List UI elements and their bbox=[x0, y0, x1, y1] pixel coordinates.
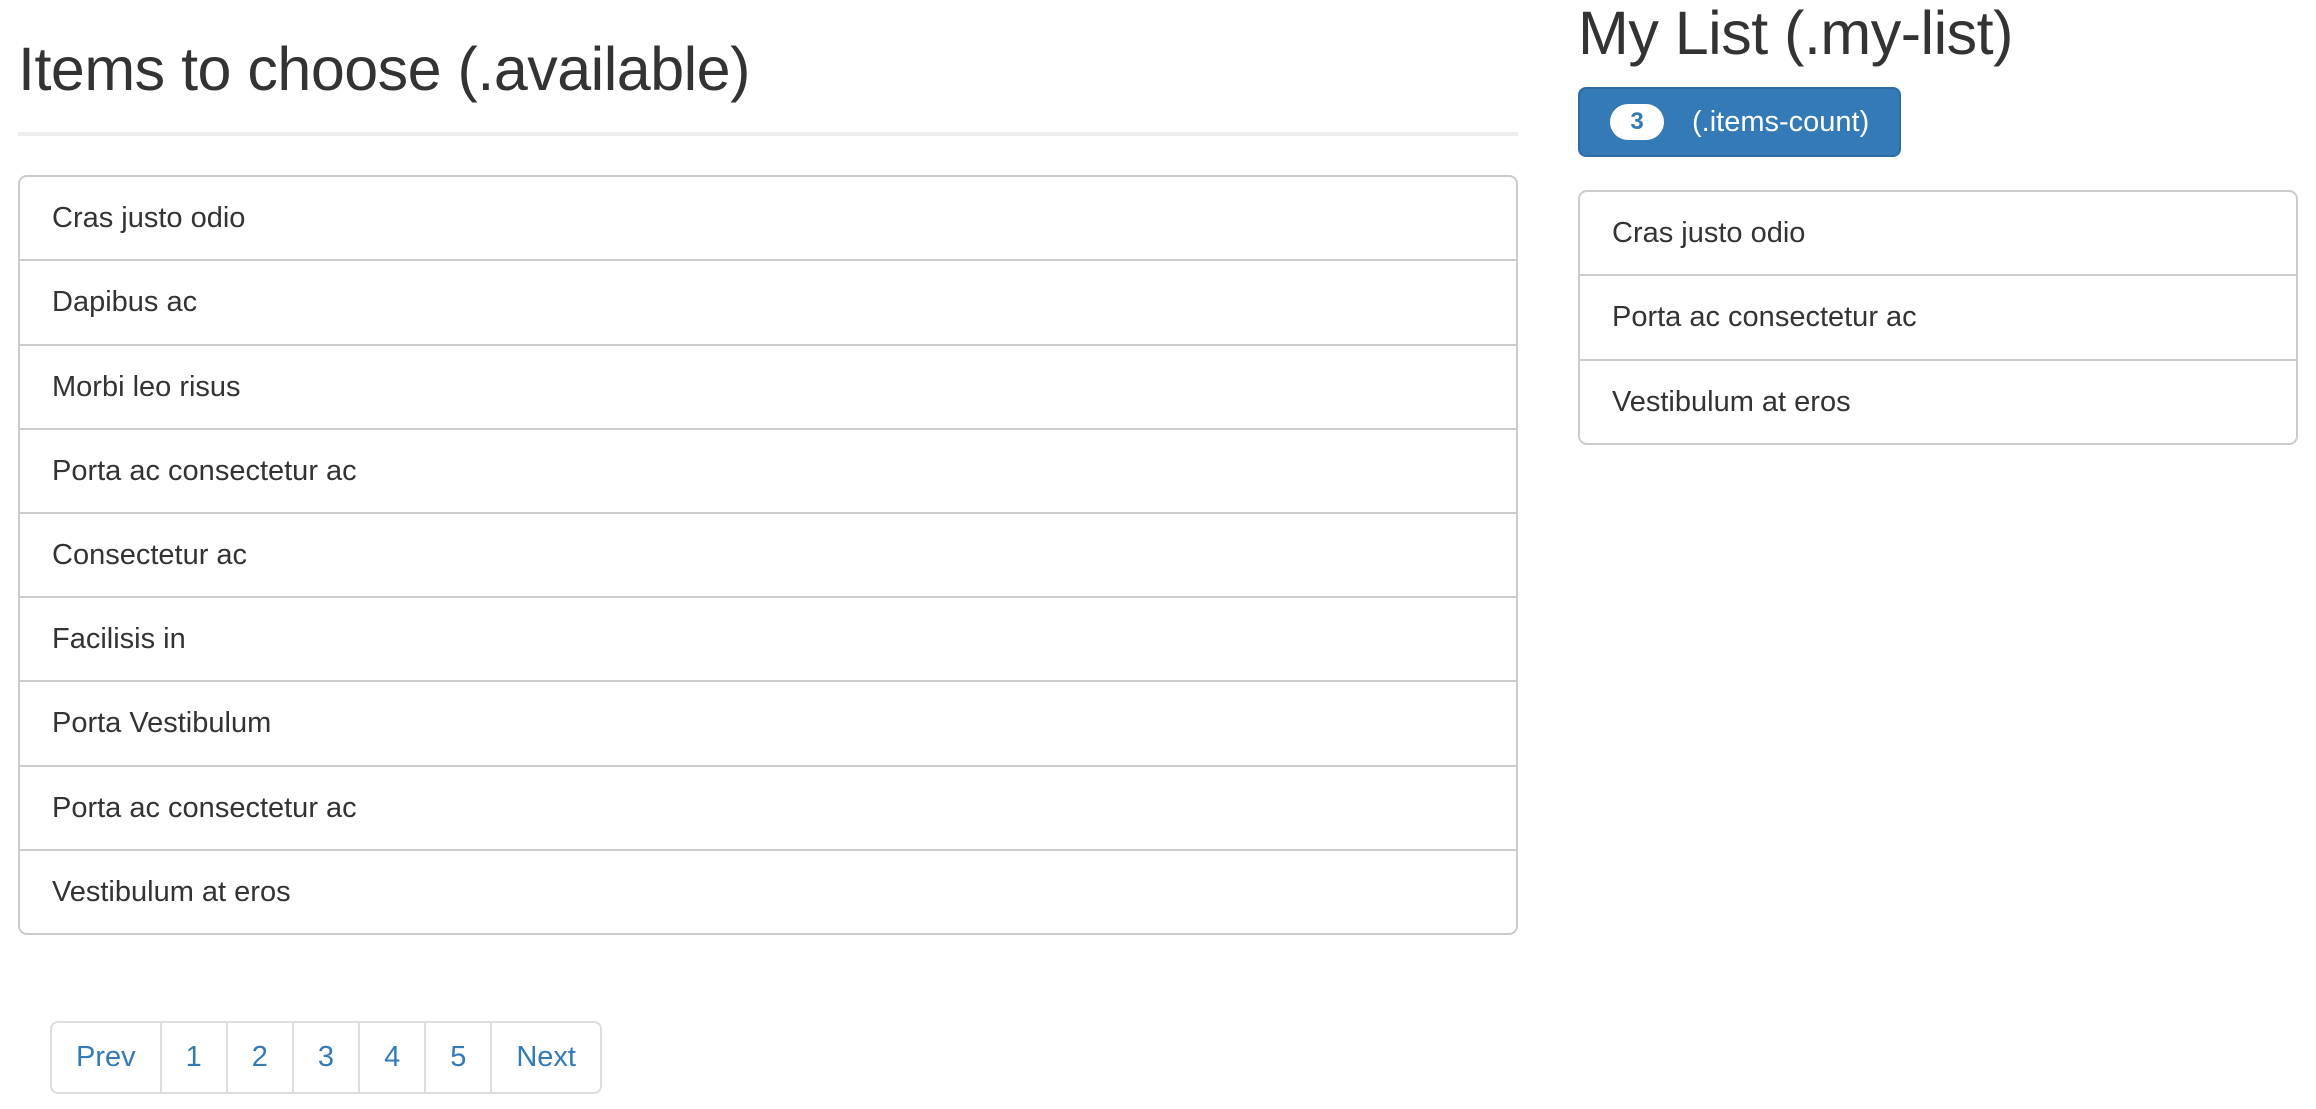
pagination-next-item: Next bbox=[490, 1021, 602, 1095]
pagination-wrapper: Prev 1 2 3 4 5 Next bbox=[18, 1021, 1518, 1099]
pagination-page-item: 5 bbox=[424, 1021, 493, 1095]
list-item[interactable]: Facilisis in bbox=[18, 596, 1518, 683]
list-item[interactable]: Consectetur ac bbox=[18, 511, 1518, 599]
pagination-page-1[interactable]: 1 bbox=[159, 1021, 228, 1095]
pagination: Prev 1 2 3 4 5 Next bbox=[50, 1021, 602, 1095]
pagination-next-link[interactable]: Next bbox=[490, 1021, 602, 1095]
pagination-page-5[interactable]: 5 bbox=[424, 1021, 493, 1095]
list-item[interactable]: Porta ac consectetur ac bbox=[18, 427, 1518, 514]
my-list: Cras justo odio Porta ac consectetur ac … bbox=[1578, 190, 2298, 445]
list-item[interactable]: Morbi leo risus bbox=[18, 343, 1518, 430]
heading-divider bbox=[18, 132, 1518, 137]
page-root: Items to choose (.available) Cras justo … bbox=[0, 0, 2316, 1109]
items-count-badge: 3 bbox=[1610, 104, 1664, 141]
list-item[interactable]: Porta ac consectetur ac bbox=[18, 764, 1518, 851]
list-item[interactable]: Cras justo odio bbox=[18, 175, 1518, 262]
my-list-column: My List (.my-list) 3 (.items-count) Cras… bbox=[1578, 0, 2298, 445]
pagination-page-item: 2 bbox=[225, 1021, 294, 1095]
list-item[interactable]: Porta ac consectetur ac bbox=[1578, 274, 2298, 361]
my-list-wrapper: Cras justo odio Porta ac consectetur ac … bbox=[1578, 190, 2298, 445]
items-count-label: (.items-count) bbox=[1692, 105, 1870, 138]
pagination-prev-link[interactable]: Prev bbox=[50, 1021, 162, 1095]
pagination-page-4[interactable]: 4 bbox=[358, 1021, 427, 1095]
list-item[interactable]: Porta Vestibulum bbox=[18, 680, 1518, 767]
available-list-wrapper: Cras justo odio Dapibus ac Morbi leo ris… bbox=[18, 175, 1518, 936]
pagination-page-item: 4 bbox=[358, 1021, 427, 1095]
list-item[interactable]: Cras justo odio bbox=[1578, 190, 2298, 277]
list-item[interactable]: Vestibulum at eros bbox=[18, 848, 1518, 936]
items-count-button[interactable]: 3 (.items-count) bbox=[1578, 87, 1902, 158]
pagination-page-item: 3 bbox=[291, 1021, 361, 1095]
available-column: Items to choose (.available) Cras justo … bbox=[18, 0, 1518, 1099]
available-heading: Items to choose (.available) bbox=[18, 35, 750, 103]
pagination-page-item: 1 bbox=[159, 1021, 228, 1095]
list-item[interactable]: Vestibulum at eros bbox=[1578, 358, 2298, 445]
my-list-heading: My List (.my-list) bbox=[1578, 0, 2013, 67]
pagination-page-3[interactable]: 3 bbox=[291, 1021, 361, 1095]
items-count-wrapper: 3 (.items-count) bbox=[1578, 87, 2298, 158]
available-list: Cras justo odio Dapibus ac Morbi leo ris… bbox=[18, 175, 1518, 936]
pagination-prev-item: Prev bbox=[50, 1021, 162, 1095]
list-item[interactable]: Dapibus ac bbox=[18, 259, 1518, 346]
pagination-page-2[interactable]: 2 bbox=[225, 1021, 294, 1095]
